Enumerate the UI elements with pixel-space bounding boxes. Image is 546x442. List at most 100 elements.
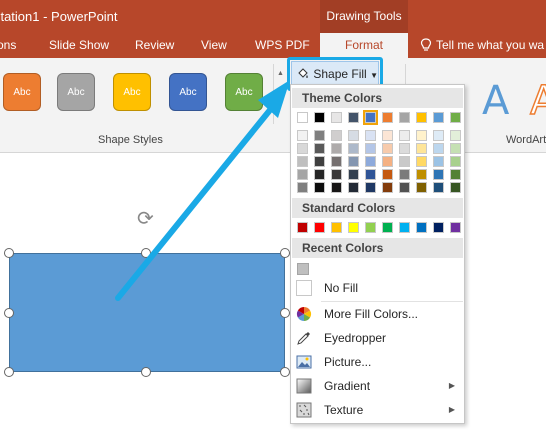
theme-color-shade-swatch[interactable] — [416, 169, 427, 180]
shape-style-green[interactable]: Abc — [225, 73, 263, 111]
wordart-style-blue[interactable]: A — [482, 78, 509, 124]
more-fill-colors-item[interactable]: More Fill Colors... — [292, 302, 463, 326]
theme-color-shade-swatch[interactable] — [416, 130, 427, 141]
gradient-item[interactable]: Gradient ▶ — [292, 374, 463, 398]
theme-color-shade-swatch[interactable] — [297, 143, 308, 154]
gallery-scrollbar[interactable]: ▲ ▼ — [273, 64, 287, 124]
eyedropper-item[interactable]: Eyedropper — [292, 326, 463, 350]
tab-wps-pdf[interactable]: WPS PDF — [255, 33, 310, 58]
resize-handle[interactable] — [141, 248, 151, 258]
theme-color-shade-swatch[interactable] — [399, 182, 410, 193]
theme-color-shade-swatch[interactable] — [365, 169, 376, 180]
tab-slide-show[interactable]: Slide Show — [49, 33, 109, 58]
theme-color-shade-swatch[interactable] — [365, 156, 376, 167]
theme-color-shade-swatch[interactable] — [382, 169, 393, 180]
standard-color-swatch[interactable] — [314, 222, 325, 233]
theme-color-shade-swatch[interactable] — [348, 130, 359, 141]
theme-color-swatch[interactable] — [314, 112, 325, 123]
standard-color-swatch[interactable] — [365, 222, 376, 233]
resize-handle[interactable] — [141, 367, 151, 377]
theme-color-shade-swatch[interactable] — [399, 156, 410, 167]
theme-color-shade-swatch[interactable] — [314, 169, 325, 180]
theme-color-swatch[interactable] — [348, 112, 359, 123]
resize-handle[interactable] — [280, 308, 290, 318]
theme-color-shade-swatch[interactable] — [382, 182, 393, 193]
theme-color-swatch[interactable] — [399, 112, 410, 123]
theme-color-swatch[interactable] — [450, 112, 461, 123]
standard-color-swatch[interactable] — [399, 222, 410, 233]
theme-color-swatch[interactable] — [331, 112, 342, 123]
shape-style-blue[interactable]: Abc — [169, 73, 207, 111]
theme-color-shade-swatch[interactable] — [399, 130, 410, 141]
theme-color-shade-swatch[interactable] — [433, 143, 444, 154]
theme-color-shade-swatch[interactable] — [348, 169, 359, 180]
shape-style-gray[interactable]: Abc — [57, 73, 95, 111]
recent-color-swatch[interactable] — [297, 263, 309, 275]
theme-color-shade-swatch[interactable] — [314, 143, 325, 154]
scroll-up-icon[interactable]: ▲ — [274, 64, 287, 84]
theme-color-shade-swatch[interactable] — [433, 182, 444, 193]
tell-me-box[interactable]: Tell me what you wa — [420, 33, 544, 58]
theme-color-shade-swatch[interactable] — [331, 130, 342, 141]
theme-color-shade-swatch[interactable] — [365, 182, 376, 193]
standard-color-swatch[interactable] — [416, 222, 427, 233]
resize-handle[interactable] — [4, 308, 14, 318]
theme-color-shade-swatch[interactable] — [416, 156, 427, 167]
theme-color-shade-swatch[interactable] — [399, 143, 410, 154]
theme-color-shade-swatch[interactable] — [348, 156, 359, 167]
theme-color-shade-swatch[interactable] — [416, 143, 427, 154]
resize-handle[interactable] — [280, 248, 290, 258]
standard-color-swatch[interactable] — [348, 222, 359, 233]
theme-color-shade-swatch[interactable] — [433, 156, 444, 167]
theme-color-swatch[interactable] — [363, 110, 378, 125]
theme-color-shade-swatch[interactable] — [433, 169, 444, 180]
theme-color-swatch[interactable] — [433, 112, 444, 123]
theme-color-shade-swatch[interactable] — [314, 130, 325, 141]
theme-color-shade-swatch[interactable] — [297, 130, 308, 141]
standard-color-swatch[interactable] — [450, 222, 461, 233]
standard-color-swatch[interactable] — [331, 222, 342, 233]
theme-color-shade-swatch[interactable] — [297, 169, 308, 180]
rotate-handle-icon[interactable]: ⟳ — [137, 209, 154, 229]
resize-handle[interactable] — [4, 248, 14, 258]
theme-color-shade-swatch[interactable] — [331, 156, 342, 167]
scroll-down-icon[interactable]: ▼ — [274, 84, 287, 104]
theme-color-shade-swatch[interactable] — [331, 169, 342, 180]
tab-format[interactable]: Format — [320, 33, 408, 58]
theme-color-shade-swatch[interactable] — [382, 143, 393, 154]
resize-handle[interactable] — [4, 367, 14, 377]
theme-color-swatch[interactable] — [297, 112, 308, 123]
theme-color-shade-swatch[interactable] — [450, 130, 461, 141]
theme-color-shade-swatch[interactable] — [450, 156, 461, 167]
texture-item[interactable]: Texture ▶ — [292, 398, 463, 422]
picture-item[interactable]: Picture... — [292, 350, 463, 374]
theme-color-shade-swatch[interactable] — [314, 156, 325, 167]
theme-color-shade-swatch[interactable] — [365, 130, 376, 141]
tab-review[interactable]: Review — [135, 33, 174, 58]
standard-color-swatch[interactable] — [382, 222, 393, 233]
tab-view[interactable]: View — [201, 33, 227, 58]
theme-color-shade-swatch[interactable] — [399, 169, 410, 180]
shape-style-orange[interactable]: Abc — [3, 73, 41, 111]
theme-color-shade-swatch[interactable] — [297, 156, 308, 167]
theme-color-shade-swatch[interactable] — [433, 130, 444, 141]
theme-color-swatch[interactable] — [416, 112, 427, 123]
theme-color-shade-swatch[interactable] — [382, 130, 393, 141]
theme-color-shade-swatch[interactable] — [450, 169, 461, 180]
standard-color-swatch[interactable] — [297, 222, 308, 233]
theme-color-shade-swatch[interactable] — [450, 143, 461, 154]
theme-color-swatch[interactable] — [382, 112, 393, 123]
theme-color-shade-swatch[interactable] — [331, 143, 342, 154]
theme-color-shade-swatch[interactable] — [416, 182, 427, 193]
shape-style-gold[interactable]: Abc — [113, 73, 151, 111]
rectangle-shape[interactable] — [9, 253, 285, 372]
resize-handle[interactable] — [280, 367, 290, 377]
theme-color-shade-swatch[interactable] — [348, 182, 359, 193]
theme-color-shade-swatch[interactable] — [450, 182, 461, 193]
theme-color-shade-swatch[interactable] — [348, 143, 359, 154]
no-fill-item[interactable]: No Fill — [292, 276, 463, 300]
theme-color-shade-swatch[interactable] — [382, 156, 393, 167]
theme-color-shade-swatch[interactable] — [365, 143, 376, 154]
theme-color-shade-swatch[interactable] — [331, 182, 342, 193]
standard-color-swatch[interactable] — [433, 222, 444, 233]
